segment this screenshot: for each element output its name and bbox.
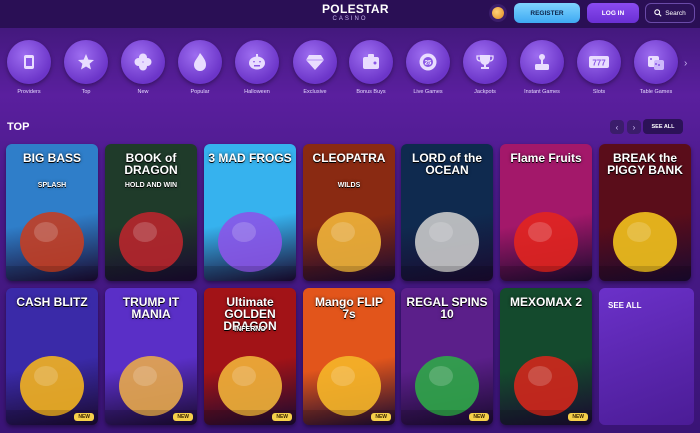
category-halloween[interactable]: Halloween bbox=[228, 40, 286, 95]
category-label: Halloween bbox=[244, 89, 270, 95]
next-button[interactable]: › bbox=[627, 120, 641, 134]
category-providers[interactable]: Providers bbox=[0, 40, 58, 95]
game-tile[interactable]: Mango FLIP 7s NEW bbox=[303, 288, 395, 425]
game-tile[interactable]: BREAK the PIGGY BANK bbox=[599, 144, 691, 281]
pumpkin-icon bbox=[249, 54, 265, 70]
chevron-right-icon: › bbox=[632, 122, 636, 132]
category-bonus-buys[interactable]: Bonus Buys bbox=[342, 40, 400, 95]
category-label: New bbox=[137, 89, 149, 95]
coin-icon bbox=[492, 7, 504, 19]
game-title: Mango FLIP 7s bbox=[315, 295, 383, 321]
new-badge: NEW bbox=[568, 413, 588, 421]
game-tile[interactable]: BOOK of DRAGON HOLD AND WIN bbox=[105, 144, 197, 281]
star-icon bbox=[78, 54, 94, 70]
top-header: POLESTAR CASINO REGISTER LOG IN Search bbox=[0, 0, 700, 28]
see-all-tile-label: SEE ALL bbox=[608, 301, 642, 310]
game-tile[interactable]: MEXOMAX 2 NEW bbox=[500, 288, 592, 425]
category-bar: Providers Top New Popular Halloween Excl… bbox=[0, 40, 700, 110]
search-icon bbox=[654, 9, 662, 17]
game-title: Flame Fruits bbox=[510, 151, 582, 165]
category-label: Jackpots bbox=[474, 89, 496, 95]
search-label: Search bbox=[665, 9, 686, 17]
bonus-coin-button[interactable] bbox=[489, 4, 507, 22]
new-badge: NEW bbox=[272, 413, 292, 421]
register-button[interactable]: REGISTER bbox=[514, 3, 580, 23]
flame-icon bbox=[194, 53, 206, 71]
category-label: Top bbox=[81, 89, 91, 95]
chevron-right-icon[interactable]: › bbox=[684, 58, 687, 69]
see-all-tile[interactable]: SEE ALL bbox=[599, 288, 694, 425]
dice-icon bbox=[648, 56, 664, 70]
new-badge: NEW bbox=[371, 413, 391, 421]
trophy-icon bbox=[476, 55, 494, 69]
game-tile[interactable]: BIG BASS SPLASH bbox=[6, 144, 98, 281]
category-label: Slots bbox=[592, 89, 606, 95]
game-tile[interactable]: TRUMP IT MANIA NEW bbox=[105, 288, 197, 425]
category-label: Live Games bbox=[413, 89, 443, 95]
category-label: Exclusive bbox=[303, 89, 327, 95]
game-tile[interactable]: CLEOPATRA WILDS bbox=[303, 144, 395, 281]
new-badge: NEW bbox=[173, 413, 193, 421]
search-button[interactable]: Search bbox=[645, 3, 695, 23]
flower-icon bbox=[134, 53, 152, 71]
category-instant-games[interactable]: Instant Games bbox=[513, 40, 571, 95]
category-exclusive[interactable]: Exclusive bbox=[286, 40, 344, 95]
category-label: Providers bbox=[17, 89, 41, 95]
category-label: Popular bbox=[190, 89, 210, 95]
game-title: 3 MAD FROGS bbox=[208, 151, 292, 165]
new-badge: NEW bbox=[469, 413, 489, 421]
game-title: CASH BLITZ bbox=[16, 295, 88, 309]
game-title: TRUMP IT MANIA bbox=[122, 295, 180, 321]
cards-icon bbox=[24, 55, 34, 69]
game-title: BOOK of DRAGON bbox=[124, 151, 178, 177]
category-label: Table Games bbox=[639, 89, 673, 95]
wallet-icon bbox=[363, 54, 379, 69]
game-title: CLEOPATRA bbox=[312, 151, 386, 165]
see-all-button[interactable]: SEE ALL bbox=[643, 119, 683, 134]
new-badge: NEW bbox=[74, 413, 94, 421]
svg-text:777: 777 bbox=[592, 59, 606, 68]
category-table-games[interactable]: Table Games bbox=[627, 40, 685, 95]
chevron-left-icon: ‹ bbox=[615, 122, 619, 132]
category-jackpots[interactable]: Jackpots bbox=[456, 40, 514, 95]
svg-text:25: 25 bbox=[425, 61, 432, 67]
category-popular[interactable]: Popular bbox=[171, 40, 229, 95]
game-subtitle: WILDS bbox=[337, 182, 361, 189]
category-label: Instant Games bbox=[524, 89, 560, 95]
game-tile[interactable]: Flame Fruits bbox=[500, 144, 592, 281]
game-subtitle: HOLD AND WIN bbox=[124, 182, 178, 189]
game-tile[interactable]: 3 MAD FROGS bbox=[204, 144, 296, 281]
category-label: Bonus Buys bbox=[356, 89, 386, 95]
game-title: REGAL SPINS 10 bbox=[406, 295, 488, 321]
prev-button[interactable]: ‹ bbox=[610, 120, 624, 134]
game-title: LORD of the OCEAN bbox=[412, 151, 482, 177]
game-title: MEXOMAX 2 bbox=[509, 295, 582, 309]
game-subtitle: INFERNO bbox=[234, 326, 266, 333]
joystick-icon bbox=[535, 54, 549, 70]
logo-main: POLESTAR bbox=[322, 2, 389, 16]
game-tile[interactable]: REGAL SPINS 10 NEW bbox=[401, 288, 493, 425]
slot-icon: 777 bbox=[589, 56, 609, 68]
category-top[interactable]: Top bbox=[57, 40, 115, 95]
category-slots[interactable]: 777 Slots bbox=[570, 40, 628, 95]
game-title: BREAK the PIGGY BANK bbox=[607, 151, 683, 177]
section-title: TOP bbox=[7, 121, 30, 133]
game-title: BIG BASS bbox=[22, 151, 81, 165]
diamond-icon bbox=[306, 55, 324, 70]
game-tile[interactable]: Ultimate GOLDEN DRAGON INFERNO NEW bbox=[204, 288, 296, 425]
chip-icon: 25 bbox=[419, 53, 437, 71]
logo[interactable]: POLESTAR CASINO bbox=[322, 2, 389, 23]
game-subtitle: SPLASH bbox=[37, 182, 67, 189]
game-tile[interactable]: CASH BLITZ NEW bbox=[6, 288, 98, 425]
logo-sub: CASINO bbox=[332, 16, 368, 22]
category-new[interactable]: New bbox=[114, 40, 172, 95]
category-live-games[interactable]: 25 Live Games bbox=[399, 40, 457, 95]
game-tile[interactable]: LORD of the OCEAN bbox=[401, 144, 493, 281]
login-button[interactable]: LOG IN bbox=[587, 3, 639, 23]
